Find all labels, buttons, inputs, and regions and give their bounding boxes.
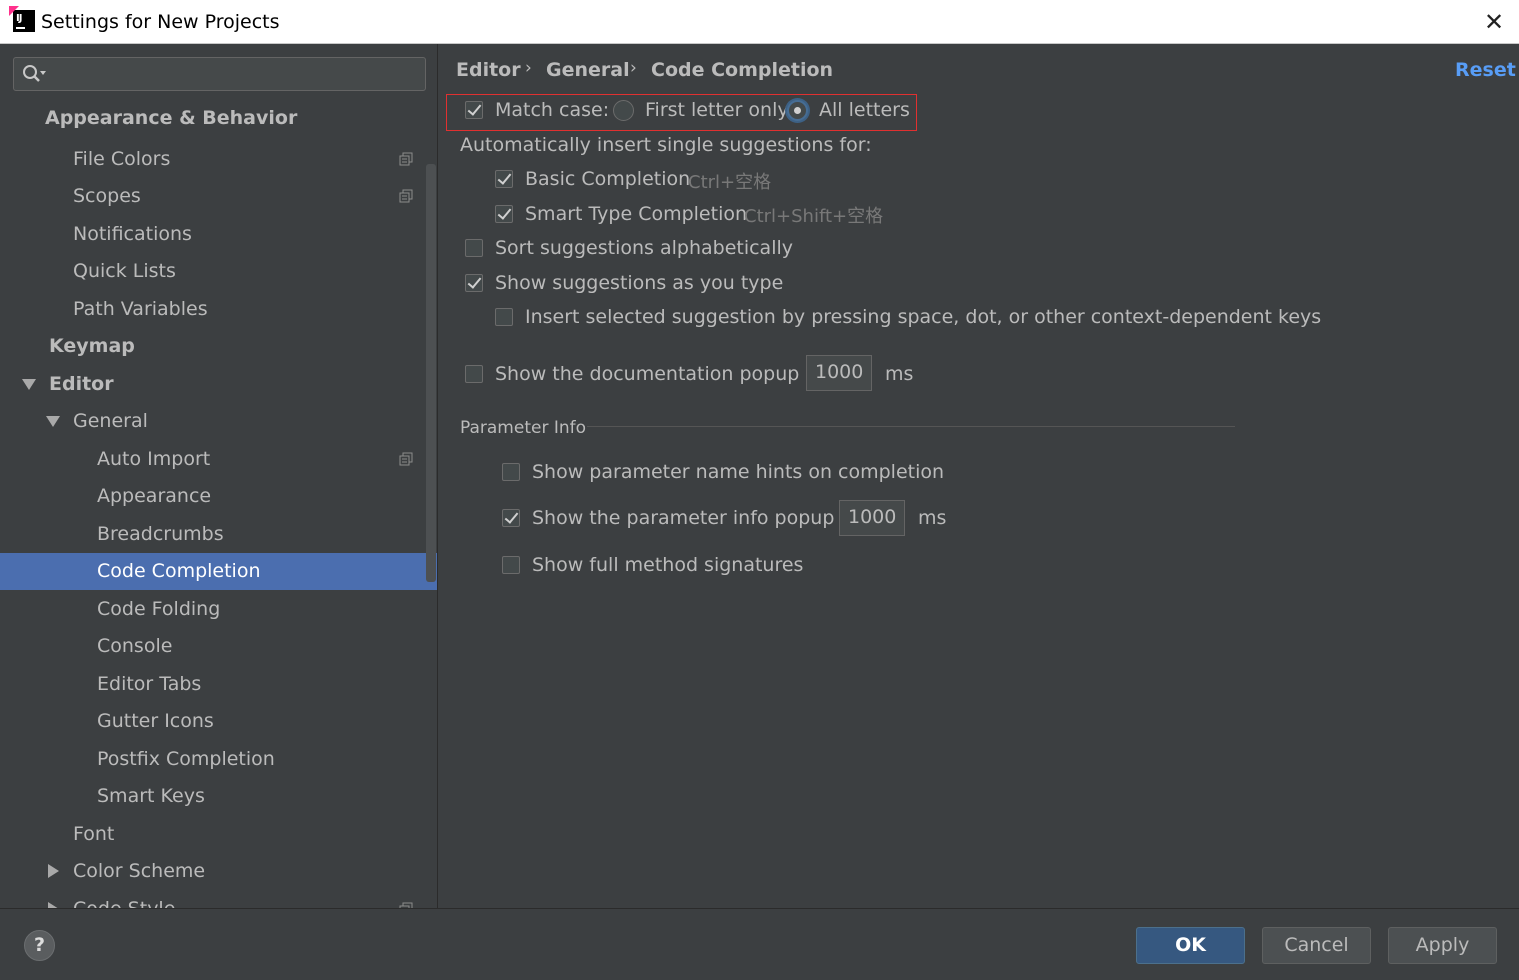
insert-selected-label: Insert selected suggestion by pressing s… bbox=[525, 306, 1322, 328]
basic-completion-shortcut: Ctrl+空格 bbox=[688, 172, 772, 193]
parameter-info-title: Parameter Info bbox=[460, 418, 587, 438]
sort-alphabetically-checkbox[interactable] bbox=[465, 239, 483, 257]
full-signatures-checkbox[interactable] bbox=[502, 556, 520, 574]
breadcrumb-general[interactable]: General bbox=[546, 59, 630, 81]
project-copy-icon bbox=[399, 189, 413, 203]
breadcrumb-separator: › bbox=[525, 58, 532, 78]
doc-popup-label: Show the documentation popup in bbox=[495, 363, 823, 385]
sidebar-item-notifications[interactable]: Notifications bbox=[0, 216, 437, 253]
reset-link[interactable]: Reset bbox=[1455, 59, 1516, 81]
sidebar-item-postfix-completion[interactable]: Postfix Completion bbox=[0, 741, 437, 778]
close-icon[interactable]: ✕ bbox=[1480, 8, 1508, 36]
sidebar-item-scopes[interactable]: Scopes bbox=[0, 178, 437, 215]
sidebar-item-editor[interactable]: Editor bbox=[0, 366, 437, 403]
sort-alphabetically-label: Sort suggestions alphabetically bbox=[495, 237, 794, 259]
all-letters-label: All letters bbox=[819, 99, 910, 121]
sidebar-item-font[interactable]: Font bbox=[0, 816, 437, 853]
project-copy-icon bbox=[399, 152, 413, 166]
sidebar-item-auto-import[interactable]: Auto Import bbox=[0, 441, 437, 478]
auto-insert-heading: Automatically insert single suggestions … bbox=[460, 134, 872, 156]
cancel-button[interactable]: Cancel bbox=[1262, 927, 1371, 964]
show-as-you-type-checkbox[interactable] bbox=[465, 274, 483, 292]
full-signatures-label: Show full method signatures bbox=[532, 554, 804, 576]
sidebar-item-file-colors[interactable]: File Colors bbox=[0, 141, 437, 178]
section-divider bbox=[587, 426, 1235, 427]
expand-arrow-icon[interactable] bbox=[22, 379, 36, 390]
expand-arrow-icon[interactable] bbox=[46, 416, 60, 427]
all-letters-radio[interactable] bbox=[787, 100, 808, 121]
settings-sidebar: Appearance & Behavior File Colors Scopes… bbox=[0, 44, 438, 908]
sidebar-item-smart-keys[interactable]: Smart Keys bbox=[0, 778, 437, 815]
show-as-you-type-label: Show suggestions as you type bbox=[495, 272, 784, 294]
intellij-app-icon: IJ bbox=[9, 6, 35, 32]
settings-content: Editor › General › Code Completion Reset… bbox=[439, 44, 1519, 908]
basic-completion-checkbox[interactable] bbox=[495, 170, 513, 188]
collapse-arrow-icon[interactable] bbox=[48, 864, 59, 878]
sidebar-item-quick-lists[interactable]: Quick Lists bbox=[0, 253, 437, 290]
param-info-delay-field[interactable]: 1000 bbox=[839, 500, 905, 536]
first-letter-only-label: First letter only bbox=[645, 99, 789, 121]
sidebar-item-code-folding[interactable]: Code Folding bbox=[0, 591, 437, 628]
basic-completion-label: Basic Completion bbox=[525, 168, 691, 190]
param-info-popup-label: Show the parameter info popup in bbox=[532, 507, 858, 529]
match-case-label: Match case: bbox=[495, 99, 610, 121]
sidebar-item-keymap[interactable]: Keymap bbox=[0, 328, 437, 365]
dialog-footer: ? OK Cancel Apply bbox=[0, 908, 1519, 980]
sidebar-item-color-scheme[interactable]: Color Scheme bbox=[0, 853, 437, 890]
search-input[interactable] bbox=[13, 57, 426, 91]
sidebar-item-code-style[interactable]: Code Style bbox=[0, 891, 437, 908]
title-bar: IJ Settings for New Projects ✕ bbox=[0, 0, 1519, 44]
sidebar-scrollbar[interactable] bbox=[426, 164, 436, 582]
window-title: Settings for New Projects bbox=[41, 11, 280, 33]
first-letter-only-radio[interactable] bbox=[613, 100, 634, 121]
param-info-popup-checkbox[interactable] bbox=[502, 509, 520, 527]
sidebar-item-breadcrumbs[interactable]: Breadcrumbs bbox=[0, 516, 437, 553]
doc-popup-delay-field[interactable]: 1000 bbox=[806, 355, 872, 391]
param-info-unit: ms bbox=[918, 507, 947, 529]
ok-button[interactable]: OK bbox=[1136, 927, 1245, 964]
param-name-hints-checkbox[interactable] bbox=[502, 463, 520, 481]
breadcrumb-code-completion: Code Completion bbox=[651, 59, 834, 81]
sidebar-item-gutter-icons[interactable]: Gutter Icons bbox=[0, 703, 437, 740]
project-copy-icon bbox=[399, 452, 413, 466]
breadcrumb-editor[interactable]: Editor bbox=[456, 59, 521, 81]
insert-selected-checkbox[interactable] bbox=[495, 308, 513, 326]
smart-type-completion-checkbox[interactable] bbox=[495, 205, 513, 223]
doc-popup-unit: ms bbox=[885, 363, 914, 385]
match-case-checkbox[interactable] bbox=[465, 101, 483, 119]
sidebar-item-code-completion[interactable]: Code Completion bbox=[0, 553, 437, 590]
search-icon bbox=[23, 65, 46, 82]
help-button[interactable]: ? bbox=[24, 930, 55, 961]
sidebar-item-appearance-behavior[interactable]: Appearance & Behavior bbox=[0, 100, 437, 137]
smart-type-completion-shortcut: Ctrl+Shift+空格 bbox=[744, 206, 884, 227]
smart-type-completion-label: Smart Type Completion bbox=[525, 203, 748, 225]
param-name-hints-label: Show parameter name hints on completion bbox=[532, 461, 945, 483]
sidebar-item-appearance[interactable]: Appearance bbox=[0, 478, 437, 515]
apply-button[interactable]: Apply bbox=[1388, 927, 1497, 964]
breadcrumb-separator: › bbox=[630, 58, 637, 78]
sidebar-item-path-variables[interactable]: Path Variables bbox=[0, 291, 437, 328]
sidebar-item-console[interactable]: Console bbox=[0, 628, 437, 665]
sidebar-item-general[interactable]: General bbox=[0, 403, 437, 440]
doc-popup-checkbox[interactable] bbox=[465, 365, 483, 383]
sidebar-item-editor-tabs[interactable]: Editor Tabs bbox=[0, 666, 437, 703]
